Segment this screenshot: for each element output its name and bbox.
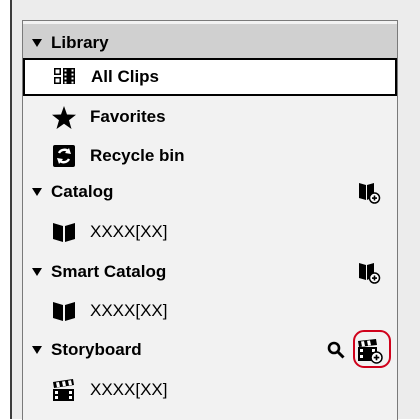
storyboard-label: Storyboard xyxy=(51,340,142,359)
all-clips-label: All Clips xyxy=(91,67,160,86)
smart-catalog-label: Smart Catalog xyxy=(51,262,167,281)
clips-icon xyxy=(53,65,77,89)
storyboard-actions xyxy=(327,330,391,369)
add-catalog-icon[interactable] xyxy=(357,180,381,204)
storyboard-item[interactable]: XXXX[XX] xyxy=(23,371,397,409)
triangle-down-icon[interactable] xyxy=(32,268,42,276)
book-icon xyxy=(52,299,76,323)
recycle-bin-label: Recycle bin xyxy=(90,146,185,165)
library-panel: Library All Clips Favorites Recycle bin … xyxy=(22,20,398,420)
favorites-label: Favorites xyxy=(90,107,166,126)
library-label: Library xyxy=(51,33,109,52)
triangle-down-icon[interactable] xyxy=(32,188,42,196)
add-storyboard-icon xyxy=(357,338,383,364)
catalog-actions xyxy=(357,173,381,211)
smart-catalog-actions xyxy=(357,253,381,291)
library-header[interactable]: Library xyxy=(23,24,397,62)
smart-catalog-item-label: XXXX[XX] xyxy=(90,301,168,320)
sidebar-item-favorites[interactable]: Favorites xyxy=(23,98,397,136)
clapper-icon xyxy=(52,378,76,402)
add-smart-catalog-icon[interactable] xyxy=(357,260,381,284)
catalog-item[interactable]: XXXX[XX] xyxy=(23,213,397,251)
catalog-item-label: XXXX[XX] xyxy=(90,222,168,241)
recycle-bin-icon xyxy=(52,144,76,168)
catalog-label: Catalog xyxy=(51,182,114,201)
triangle-down-icon[interactable] xyxy=(32,346,42,354)
smart-catalog-item[interactable]: XXXX[XX] xyxy=(23,292,397,330)
triangle-down-icon[interactable] xyxy=(32,39,42,47)
sidebar-item-all-clips[interactable]: All Clips xyxy=(23,58,397,96)
storyboard-item-label: XXXX[XX] xyxy=(90,380,168,399)
book-icon xyxy=(52,220,76,244)
catalog-header[interactable]: Catalog xyxy=(23,173,397,211)
add-storyboard-button[interactable] xyxy=(353,330,391,368)
smart-catalog-header[interactable]: Smart Catalog xyxy=(23,253,397,291)
storyboard-header[interactable]: Storyboard xyxy=(23,330,397,369)
star-icon xyxy=(52,105,76,129)
sidebar-item-recycle-bin[interactable]: Recycle bin xyxy=(23,137,397,175)
search-icon[interactable] xyxy=(327,341,345,359)
